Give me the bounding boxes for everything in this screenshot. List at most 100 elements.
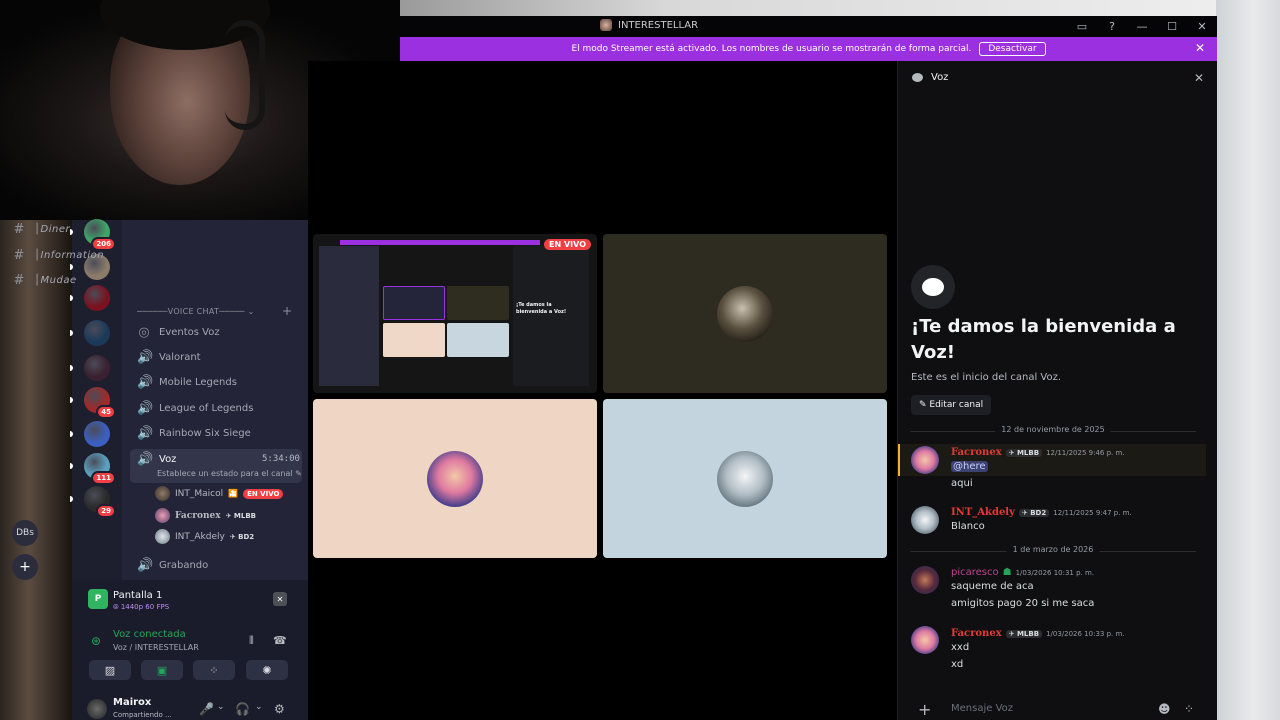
avatar (427, 450, 483, 507)
channel-name: Voz (159, 454, 177, 465)
apps-icon[interactable]: ⁘ (1184, 702, 1194, 716)
streamer-banner-text: El modo Streamer está activado. Los nomb… (571, 44, 972, 54)
voice-location[interactable]: Voz / INTERESTELLAR (113, 643, 199, 652)
server-icon[interactable]: 29 (84, 486, 116, 518)
username[interactable]: Mairox (113, 697, 151, 708)
close-chat-button[interactable]: ✕ (1194, 71, 1204, 85)
mention-badge: 29 (96, 504, 116, 518)
channel-rainbow-six-siege[interactable]: 🔊 Rainbow Six Siege (137, 426, 251, 441)
maximize-button[interactable]: ☐ (1157, 20, 1187, 33)
voice-tile-int-akdely[interactable] (603, 234, 887, 393)
signal-icon[interactable]: ⊛ (91, 634, 101, 648)
chevron-down-icon[interactable]: ⌄ (255, 702, 263, 712)
voice-user-int-akdely[interactable]: INT_Akdely ✈ BD2 (155, 529, 254, 544)
create-channel-button[interactable]: + (282, 304, 292, 318)
disconnect-icon[interactable]: ☎ (273, 634, 287, 647)
speaker-icon: 🔊 (137, 426, 154, 441)
channel-name: │Information (34, 250, 105, 261)
help-icon[interactable]: ? (1097, 20, 1127, 33)
edit-channel-button[interactable]: ✎ Editar canal (911, 395, 992, 415)
voice-chat-panel (897, 61, 1217, 720)
microphone-icon[interactable]: 🎤 (199, 702, 214, 716)
mention-badge: 111 (91, 471, 116, 485)
voice-timer: 5:34:00 (262, 454, 300, 464)
camera-off-button[interactable]: ▨ (89, 660, 131, 680)
emoji-icon[interactable]: ☻ (1158, 702, 1171, 716)
close-icon[interactable]: ✕ (1195, 41, 1205, 55)
stop-screenshare-button[interactable]: ✕ (273, 592, 287, 606)
stream-preview (383, 286, 445, 320)
voice-user-name: INT_Akdely (175, 531, 225, 542)
stream-preview (383, 323, 445, 357)
author-name[interactable]: Facronex (951, 447, 1002, 458)
inbox-icon[interactable]: ▭ (1067, 20, 1097, 33)
server-icon[interactable] (84, 355, 110, 381)
close-window-button[interactable]: ✕ (1187, 20, 1217, 33)
channel-diner[interactable]: # │Diner (12, 222, 70, 237)
chevron-down-icon[interactable]: ⌄ (217, 702, 225, 712)
headphones-icon[interactable]: 🎧 (235, 702, 250, 716)
voice-connected-status[interactable]: Voz conectada (113, 629, 186, 640)
title-bar: INTERESTELLAR ▭ ? — ☐ ✕ (400, 16, 1217, 37)
activities-button[interactable]: ⁘ (193, 660, 235, 680)
server-icon[interactable] (84, 320, 110, 346)
welcome-subtitle: Este es el inicio del canal Voz. (911, 372, 1062, 383)
server-icon[interactable] (84, 285, 110, 311)
gear-icon[interactable]: ⚙ (274, 702, 285, 716)
channel-mobile-legends[interactable]: 🔊 Mobile Legends (137, 375, 237, 390)
date-divider: 12 de noviembre de 2025 (910, 425, 1196, 434)
message-text: @here (951, 461, 988, 472)
avatar[interactable] (87, 699, 107, 719)
author-name[interactable]: Facronex (951, 628, 1002, 639)
stream-preview-text: ¡Te damos la bienvenida a Voz! (516, 302, 567, 315)
avatar (155, 508, 170, 523)
soundboard-button[interactable]: ✺ (246, 660, 288, 680)
live-badge: EN VIVO (544, 239, 591, 250)
channel-grabando[interactable]: 🔊 Grabando (137, 558, 208, 573)
channel-information[interactable]: # │Information (12, 248, 104, 263)
channel-valorant[interactable]: 🔊 Valorant (137, 350, 201, 365)
chat-title: Voz (931, 72, 949, 83)
voice-user-name: Facronex (175, 510, 221, 521)
avatar[interactable] (911, 566, 939, 594)
avatar[interactable] (911, 626, 939, 654)
set-channel-status[interactable]: Establece un estado para el canal ✎ (157, 469, 302, 478)
user-tag: ✈ MLBB (1005, 448, 1043, 457)
add-server-button[interactable]: + (12, 554, 38, 580)
channel-eventos-voz[interactable]: ◎ Eventos Voz (137, 325, 219, 340)
channel-mudae[interactable]: # │Mudae (12, 273, 77, 288)
server-icon[interactable] (84, 421, 110, 447)
chat-bubble-icon (911, 265, 955, 309)
server-folder-dbs[interactable]: DBs (12, 520, 38, 546)
deactivate-streamer-button[interactable]: Desactivar (979, 42, 1046, 56)
server-icon[interactable]: 206 (84, 219, 116, 251)
voice-user-int-maicol[interactable]: INT_Maicol 🎦 EN VIVO (155, 486, 284, 501)
channel-name: Mobile Legends (159, 377, 237, 388)
desktop-background (1216, 0, 1280, 720)
voice-tile-mairox[interactable] (603, 399, 887, 558)
share-screen-button[interactable]: ▣ (141, 660, 183, 680)
category-voice-chat[interactable]: ──────VOICE CHAT───── ⌄ (137, 307, 255, 316)
screenshare-quality[interactable]: ⦾ 1440p 60 FPS (113, 603, 169, 612)
user-tag: ☗ (1002, 567, 1012, 578)
speaker-icon: 🔊 (137, 375, 154, 390)
avatar (155, 529, 170, 544)
channel-voz[interactable]: 🔊 Voz (137, 452, 176, 467)
channel-league-of-legends[interactable]: 🔊 League of Legends (137, 401, 253, 416)
stream-tile-int-maicol[interactable]: ¡Te damos la bienvenida a Voz! EN VIVO (313, 234, 597, 393)
mention[interactable]: @here (951, 461, 988, 472)
stage-icon: ◎ (138, 325, 150, 340)
server-icon[interactable]: 111 (84, 453, 116, 485)
noise-suppression-icon[interactable]: ⦀ (249, 634, 254, 648)
live-badge: EN VIVO (243, 488, 284, 499)
voice-user-facronex[interactable]: Facronex ✈ MLBB (155, 508, 256, 523)
attach-button[interactable]: + (918, 700, 931, 719)
avatar[interactable] (911, 506, 939, 534)
avatar[interactable] (911, 446, 939, 474)
author-name[interactable]: INT_Akdely (951, 507, 1015, 518)
voice-tile-facronex[interactable] (313, 399, 597, 558)
author-name[interactable]: picaresco (951, 567, 999, 578)
message-input[interactable]: Mensaje Voz (951, 703, 1013, 714)
minimize-button[interactable]: — (1127, 20, 1157, 33)
server-icon[interactable]: 45 (84, 387, 116, 419)
